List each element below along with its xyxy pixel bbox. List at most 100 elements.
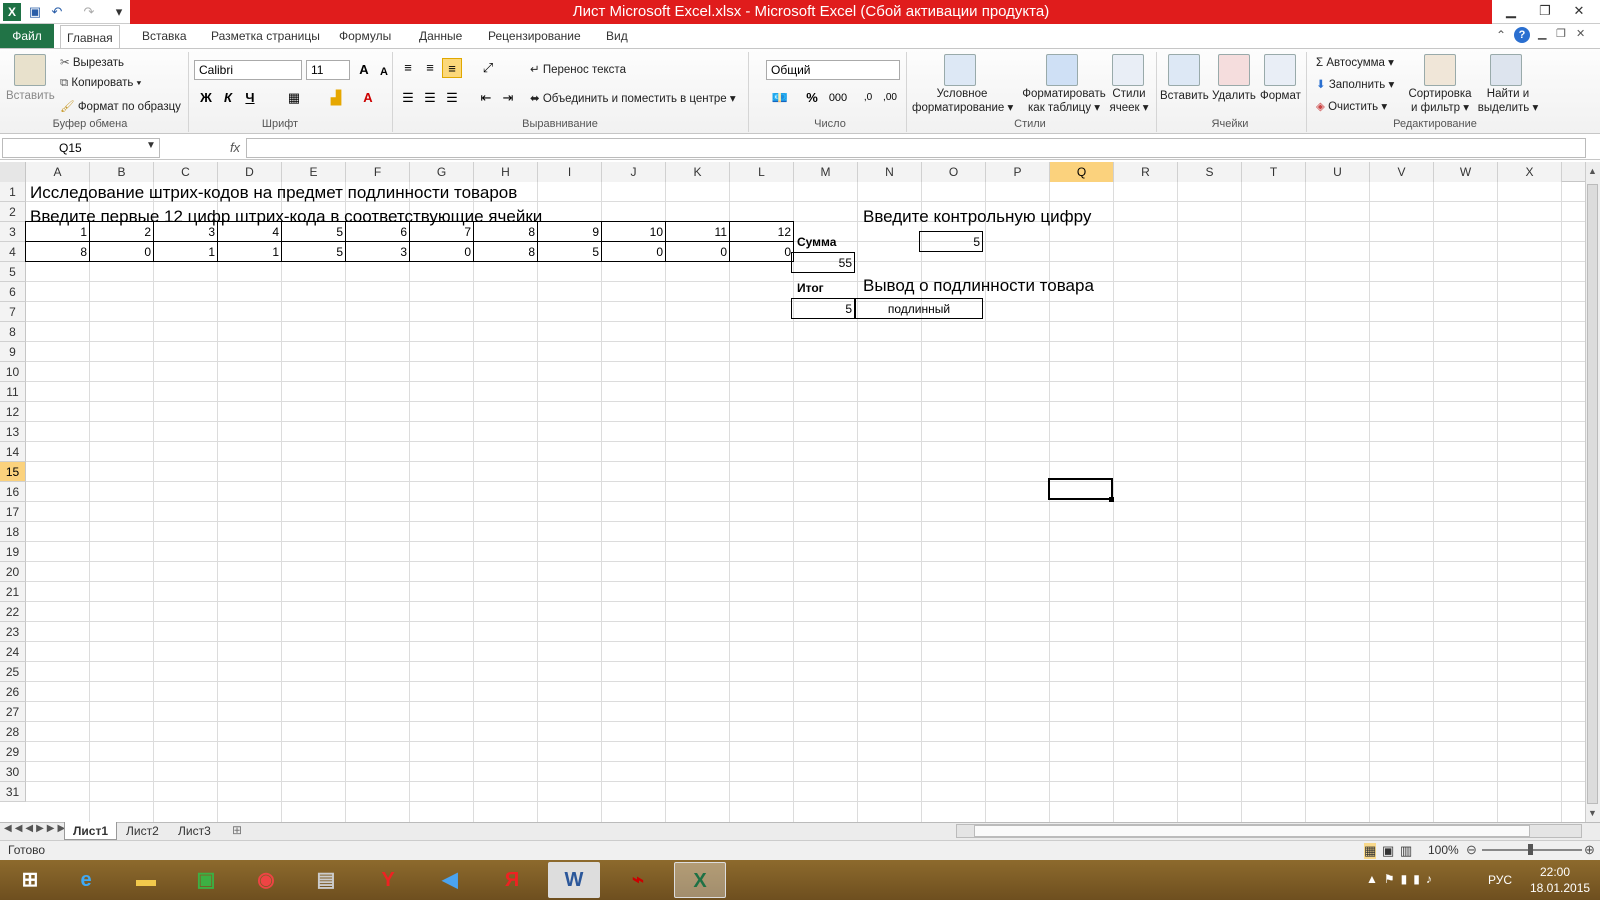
- barcode-position-cell[interactable]: 11: [665, 221, 730, 242]
- barcode-digit-cell[interactable]: 1: [217, 241, 282, 262]
- autosum-button[interactable]: Σ Автосумма ▾: [1316, 55, 1394, 69]
- delete-cells-icon[interactable]: [1218, 54, 1250, 86]
- column-header-E[interactable]: E: [282, 162, 346, 182]
- zoom-slider-thumb[interactable]: [1528, 844, 1533, 855]
- column-header-B[interactable]: B: [90, 162, 154, 182]
- insert-cells-button[interactable]: Вставить: [1160, 90, 1209, 102]
- row-header-6[interactable]: 6: [0, 282, 26, 302]
- row-header-9[interactable]: 9: [0, 342, 26, 362]
- row-header-7[interactable]: 7: [0, 302, 26, 322]
- column-header-M[interactable]: M: [794, 162, 858, 182]
- align-center-icon[interactable]: ☰: [420, 88, 440, 108]
- conclusion-label[interactable]: Вывод о подлинности товара: [861, 275, 1096, 295]
- sheet-tab-3[interactable]: Лист3: [170, 822, 219, 840]
- font-color-icon[interactable]: A: [358, 88, 378, 108]
- tray-icons[interactable]: ▲⚑▮▮♪: [1366, 872, 1438, 886]
- name-box[interactable]: Q15: [2, 138, 160, 158]
- doc-close-icon[interactable]: ✕: [1576, 27, 1585, 40]
- column-header-T[interactable]: T: [1242, 162, 1306, 182]
- barcode-digit-cell[interactable]: 3: [345, 241, 410, 262]
- paste-button[interactable]: Вставить: [6, 90, 55, 102]
- column-header-W[interactable]: W: [1434, 162, 1498, 182]
- row-header-23[interactable]: 23: [0, 622, 26, 642]
- barcode-digit-cell[interactable]: 1: [153, 241, 218, 262]
- shrink-font-icon[interactable]: A: [374, 62, 394, 82]
- scroll-down-icon[interactable]: ▼: [1588, 808, 1597, 818]
- clock-date[interactable]: 18.01.2015: [1530, 881, 1590, 895]
- page-break-view-icon[interactable]: ▥: [1400, 843, 1412, 859]
- font-size-combo[interactable]: 11: [306, 60, 350, 80]
- column-header-X[interactable]: X: [1498, 162, 1562, 182]
- sheet-title[interactable]: Исследование штрих-кодов на предмет подл…: [28, 182, 519, 202]
- scroll-up-icon[interactable]: ▲: [1588, 166, 1597, 176]
- sheet-nav-icons[interactable]: ◀◀◀▶▶▶: [4, 823, 68, 834]
- number-format-combo[interactable]: Общий: [766, 60, 900, 80]
- grow-font-icon[interactable]: A: [354, 60, 374, 80]
- result-label[interactable]: Итог: [795, 278, 826, 298]
- align-bottom-icon[interactable]: ≡: [442, 58, 462, 78]
- row-header-20[interactable]: 20: [0, 562, 26, 582]
- explorer-icon[interactable]: ▬: [120, 862, 172, 898]
- barcode-position-cell[interactable]: 12: [729, 221, 794, 242]
- sort-filter-button[interactable]: Сортировка и фильтр ▾: [1408, 88, 1472, 114]
- thousands-button[interactable]: 000: [824, 88, 852, 108]
- chrome-icon[interactable]: ◉: [240, 862, 292, 898]
- tab-data[interactable]: Данные: [413, 24, 468, 48]
- column-header-K[interactable]: K: [666, 162, 730, 182]
- barcode-digit-cell[interactable]: 5: [281, 241, 346, 262]
- barcode-position-cell[interactable]: 8: [473, 221, 538, 242]
- barcode-position-cell[interactable]: 4: [217, 221, 282, 242]
- control-digit-label[interactable]: Введите контрольную цифру: [861, 206, 1093, 226]
- row-header-14[interactable]: 14: [0, 442, 26, 462]
- name-box-dropdown-icon[interactable]: ▼: [146, 140, 156, 151]
- column-header-J[interactable]: J: [602, 162, 666, 182]
- horizontal-scroll-thumb[interactable]: [974, 825, 1530, 837]
- doc-restore-icon[interactable]: ❐: [1556, 27, 1566, 40]
- select-all-corner[interactable]: [0, 162, 26, 182]
- row-header-15[interactable]: 15: [0, 462, 26, 482]
- doc-minimize-icon[interactable]: ▁: [1538, 27, 1546, 40]
- align-right-icon[interactable]: ☰: [442, 88, 462, 108]
- column-header-N[interactable]: N: [858, 162, 922, 182]
- clear-button[interactable]: ◈ Очистить ▾: [1316, 99, 1387, 113]
- row-header-31[interactable]: 31: [0, 782, 26, 802]
- orientation-icon[interactable]: ⤢: [478, 58, 498, 78]
- row-header-13[interactable]: 13: [0, 422, 26, 442]
- copy-button[interactable]: ⧉ Копировать ▾: [60, 77, 141, 90]
- yandex-browser-icon[interactable]: Y: [362, 862, 414, 898]
- currency-icon[interactable]: 💶: [770, 88, 790, 108]
- barcode-digit-cell[interactable]: 0: [89, 241, 154, 262]
- conditional-formatting-button[interactable]: Условное форматирование ▾: [912, 88, 1013, 114]
- paste-icon[interactable]: [14, 54, 46, 86]
- app-icon[interactable]: ▤: [300, 862, 352, 898]
- sum-label[interactable]: Сумма: [795, 232, 838, 252]
- align-middle-icon[interactable]: ≡: [420, 58, 440, 78]
- sheet-tab-2[interactable]: Лист2: [118, 822, 167, 840]
- save-icon[interactable]: ▣: [26, 3, 44, 21]
- decrease-decimal-icon[interactable]: ,00: [880, 88, 900, 108]
- media-icon[interactable]: ◀: [424, 862, 476, 898]
- barcode-digit-cell[interactable]: 5: [537, 241, 602, 262]
- column-header-U[interactable]: U: [1306, 162, 1370, 182]
- column-header-F[interactable]: F: [346, 162, 410, 182]
- active-cell-cursor[interactable]: [1048, 478, 1113, 500]
- redo-icon[interactable]: ↷: [80, 3, 98, 21]
- row-header-2[interactable]: 2: [0, 202, 26, 222]
- underline-button[interactable]: Ч: [240, 88, 260, 108]
- format-as-table-icon[interactable]: [1046, 54, 1078, 86]
- column-header-S[interactable]: S: [1178, 162, 1242, 182]
- format-painter-button[interactable]: 🖌 Формат по образцу: [60, 99, 181, 113]
- row-header-16[interactable]: 16: [0, 482, 26, 502]
- column-header-L[interactable]: L: [730, 162, 794, 182]
- find-select-icon[interactable]: [1490, 54, 1522, 86]
- customize-qat-icon[interactable]: ▾: [110, 3, 128, 21]
- close-icon[interactable]: ✕: [1562, 0, 1596, 22]
- column-header-I[interactable]: I: [538, 162, 602, 182]
- barcode-position-cell[interactable]: 10: [601, 221, 666, 242]
- align-top-icon[interactable]: ≡: [398, 58, 418, 78]
- fill-handle[interactable]: [1109, 497, 1114, 502]
- tab-view[interactable]: Вид: [600, 24, 634, 48]
- increase-indent-icon[interactable]: ⇥: [498, 88, 518, 108]
- result-value[interactable]: 5: [791, 298, 855, 319]
- conclusion-value[interactable]: подлинный: [855, 298, 983, 319]
